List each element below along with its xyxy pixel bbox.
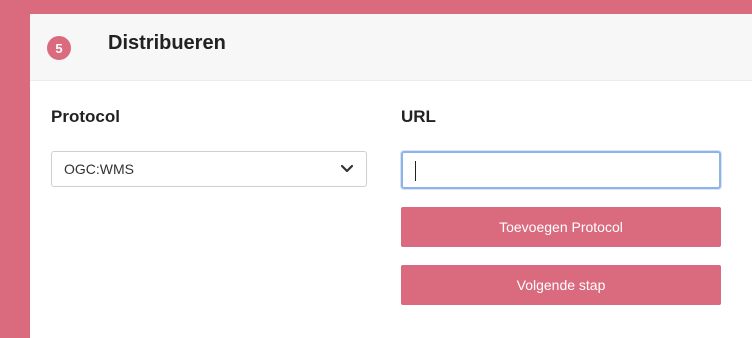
protocol-select-value: OGC:WMS [64,161,134,177]
card-header: 5 Distribueren [30,14,752,81]
chevron-down-icon [340,162,354,176]
add-protocol-button[interactable]: Toevoegen Protocol [401,207,721,247]
text-caret [415,161,416,181]
step-badge: 5 [47,36,71,60]
card-title: Distribueren [108,32,226,54]
url-input[interactable] [401,151,721,189]
distribute-card: 5 Distribueren Protocol URL OGC:WMS Toev… [30,14,752,338]
url-label: URL [401,107,436,126]
next-step-button[interactable]: Volgende stap [401,265,721,305]
protocol-label: Protocol [51,107,120,126]
protocol-select[interactable]: OGC:WMS [51,151,367,187]
